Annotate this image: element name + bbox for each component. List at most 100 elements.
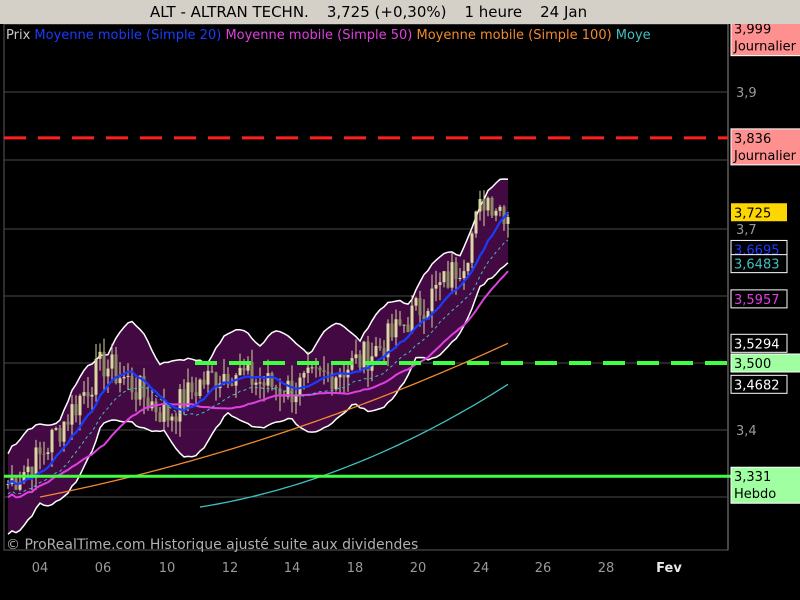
candle-body [54,428,58,430]
price-value-text: 3,5957 [734,293,780,308]
bollinger-band-fill [8,178,508,535]
candle-body [462,271,466,278]
candle-body [38,447,42,454]
candle-body [58,428,62,442]
candle-body [102,351,106,377]
candle-body [458,277,462,279]
price-value-label: 3,5294 [730,333,788,353]
instrument-title: ALT - ALTRAN TECHN. [150,3,309,21]
candle-body [206,370,210,385]
candle-body [438,282,442,285]
candle-body [158,412,162,422]
price-value-label: 3,725 [731,203,787,222]
price-value-text: 3,4682 [734,378,780,393]
level-label: 3,331 Hebdo [730,466,800,504]
candle-body [398,319,402,325]
candle-body [258,382,262,384]
level-label-value: 3,331 [734,470,771,485]
candle-body [170,416,174,421]
y-tick-label: 3,9 [736,86,757,101]
candle-body [126,375,130,377]
candle-body [358,354,362,368]
price-chart: 3,9 3,7 3,4 04 06 10 12 14 18 20 24 26 28 Fev 3,999 Jou… [3,19,800,576]
candle-body [238,367,242,376]
candle-body [374,346,378,357]
candle-body [262,382,266,386]
candle-body [410,305,414,333]
x-tick-label: 12 [222,561,239,576]
candle-body [110,354,114,369]
price-value-text: 3,5294 [734,337,780,352]
candle-body [354,354,358,359]
candle-body [210,370,214,373]
candle-body [290,380,294,403]
candle-body [134,392,138,400]
candle-body [278,388,282,396]
candle-body [86,392,90,397]
candle-body [230,384,234,386]
price-value-text: 3,6483 [734,258,780,273]
candle-body [474,211,478,234]
candle-body [322,370,326,373]
candle-body [250,361,254,385]
candle-body [26,466,30,473]
candle-body [454,262,458,279]
level-label-value: 3,999 [734,23,771,38]
candle-body [310,367,314,369]
chart-header: ALT - ALTRAN TECHN. 3,725 (+0,30%) 1 heure… [0,0,800,24]
candle-body [98,351,102,359]
candle-body [254,382,258,385]
legend: Prix Moyenne mobile (Simple 20) Moyenne … [6,28,651,43]
candle-body [446,271,450,288]
candle-body [418,298,422,316]
candle-body [94,358,98,395]
candle-body [194,392,198,397]
candle-body [450,262,454,288]
candle-body [62,421,66,442]
watermark: © ProRealTime.com Historique ajusté suit… [6,537,418,553]
candle-body [198,379,202,397]
candle-body [486,197,490,211]
plot-frame [3,23,729,551]
candle-body [406,324,410,333]
level-label-period: Hebdo [734,487,776,502]
candle-body [506,217,510,224]
candle-body [266,373,270,386]
candle-body [190,382,194,393]
legend-item: Prix [6,28,31,43]
candle-body [470,233,474,263]
candle-body [42,453,46,455]
candle-body [314,367,318,369]
price-value-text: 3,725 [734,206,771,221]
chart-date: 24 Jan [540,3,588,21]
candle-body [242,367,246,371]
legend-item: Moyenne mobile (Simple 20) [30,28,221,43]
level-label: 3,999 Journalier [730,19,800,57]
last-price: 3,725 (+0,30%) [326,3,447,21]
candle-body [174,416,178,422]
candle-body [434,284,438,289]
x-tick-label: 14 [284,561,301,576]
x-tick-label: 20 [410,561,427,576]
candle-body [162,404,166,422]
candle-body [106,368,110,377]
candle-body [390,323,394,338]
candle-body [394,319,398,338]
level-label-period: Journalier [733,40,797,55]
candle-body [494,210,498,216]
candle-body [466,262,470,272]
y-tick-label: 3,4 [736,424,757,439]
candle-body [302,372,306,378]
level-label-value: 3,500 [734,357,771,372]
level-label: 3,500 [730,353,800,373]
candle-body [78,395,82,416]
candle-body [66,421,70,425]
candle-body [46,452,50,454]
candle-body [74,404,78,416]
candle-body [118,378,122,384]
level-label-period: Journalier [733,149,797,164]
candle-body [306,367,310,373]
legend-item: Moye [612,28,651,43]
candle-body [338,374,342,378]
candle-body [342,374,346,378]
